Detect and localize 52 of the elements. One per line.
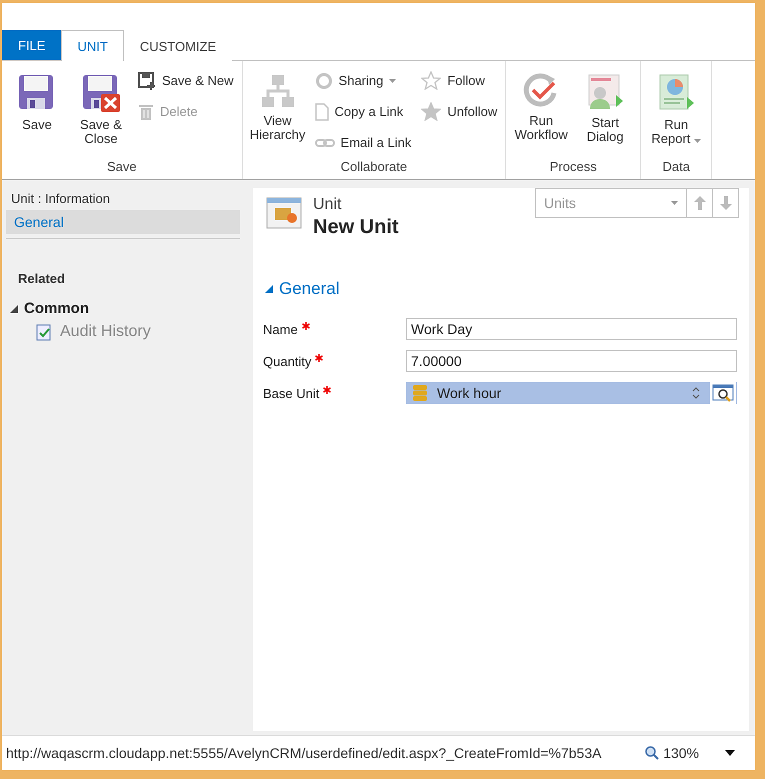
field-label: Name — [263, 322, 298, 336]
expand-triangle-icon[interactable] — [10, 304, 18, 312]
document-icon — [314, 102, 329, 120]
record-title: New Unit — [313, 216, 399, 239]
ribbon-button[interactable]: Run Workflow — [510, 65, 572, 159]
field-label: Base Unit — [263, 386, 320, 400]
lookup-icon[interactable] — [712, 384, 734, 402]
ribbon-button[interactable]: Copy a Link — [310, 96, 416, 127]
ribbon-button[interactable]: Sharing — [310, 65, 416, 96]
status-url: http://waqascrm.cloudapp.net:5555/AvelynCRM/userdefined/edit.aspx?_CreateFromId=%7b53A — [6, 745, 602, 761]
group-label: Process — [548, 159, 598, 176]
file-tab[interactable]: FILE — [2, 30, 62, 60]
field-label: Quantity — [263, 354, 312, 368]
dialog-person-icon — [586, 73, 624, 111]
nav-title: Unit : Information — [10, 190, 111, 208]
ribbon-button[interactable]: Save & Close — [70, 65, 132, 159]
link-icon — [314, 136, 335, 148]
caret-icon — [671, 201, 678, 205]
entity-name: Unit — [313, 196, 342, 214]
dropdown-arrow-icon[interactable] — [725, 750, 735, 756]
ribbon-button[interactable]: Follow — [417, 65, 502, 96]
group-label: Save — [106, 159, 138, 176]
ribbon-button[interactable]: Save & New — [134, 65, 238, 96]
group-label: Data — [661, 159, 691, 176]
checked-document-icon — [36, 323, 52, 341]
text-field[interactable]: Work Day — [406, 318, 737, 340]
text-field[interactable]: 7.00000 — [406, 350, 737, 372]
trash-icon — [138, 102, 154, 120]
lookup-field[interactable]: Work hour — [406, 382, 737, 404]
ribbon-button[interactable]: Unfollow — [417, 96, 502, 127]
star-icon — [421, 71, 442, 90]
save-new-icon — [138, 72, 156, 90]
star-icon — [421, 102, 442, 121]
zoom-level[interactable]: 130% — [663, 745, 699, 761]
nav-item[interactable]: General — [6, 210, 240, 234]
ribbon-button[interactable]: Run Report — [645, 65, 708, 159]
spin-arrows-icon[interactable] — [692, 386, 700, 400]
section-heading: General — [279, 279, 340, 299]
coins-icon — [413, 385, 427, 401]
ribbon-tab[interactable]: UNIT — [61, 30, 124, 61]
ribbon-button[interactable]: Start Dialog — [574, 65, 636, 159]
ribbon-button[interactable]: View Hierarchy — [246, 65, 309, 159]
ribbon-button[interactable]: Email a Link — [310, 127, 416, 158]
ribbon-button[interactable]: Save — [6, 65, 68, 159]
collapse-triangle-icon[interactable] — [265, 285, 273, 293]
zoom-magnifier-icon[interactable] — [645, 746, 660, 760]
group-label: Collaborate — [340, 159, 408, 176]
hierarchy-icon — [260, 73, 296, 109]
floppy-disk-close-icon — [82, 73, 120, 113]
workflow-check-icon — [523, 73, 560, 109]
related-heading: Related — [18, 271, 66, 286]
group-heading: Common — [24, 300, 89, 317]
